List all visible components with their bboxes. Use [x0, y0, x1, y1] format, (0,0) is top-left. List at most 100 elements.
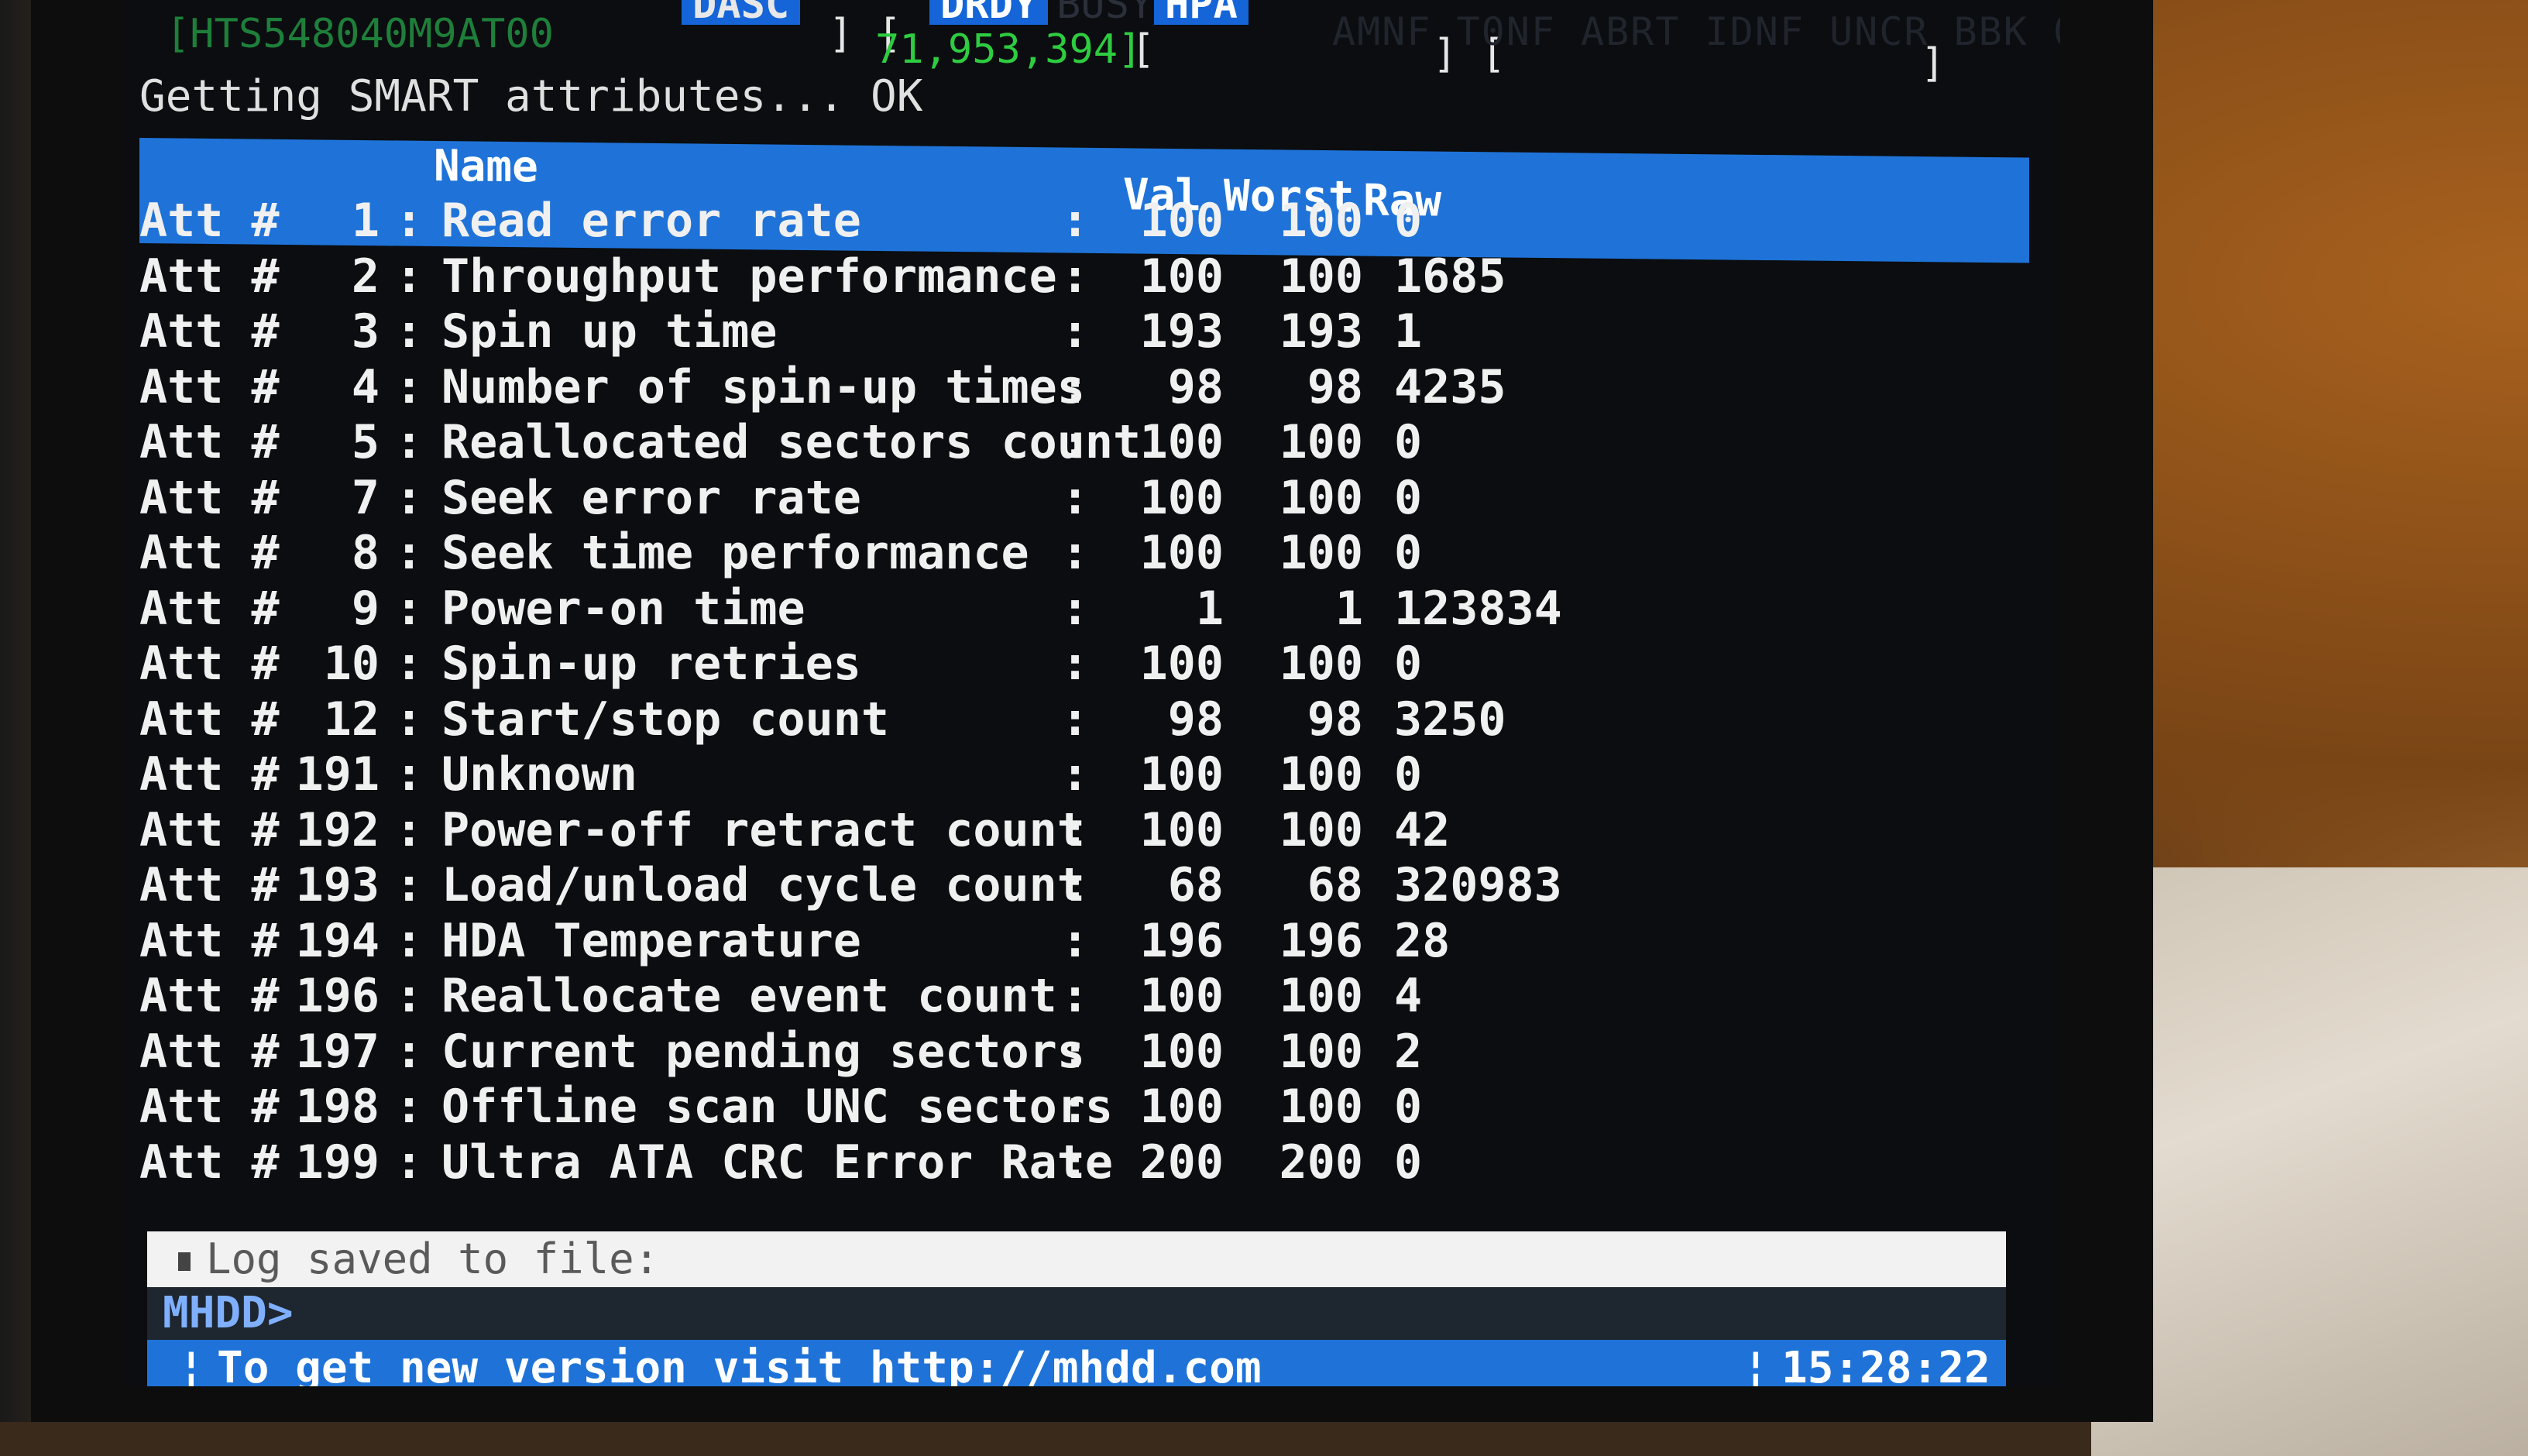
row-prefix: Att # [139, 359, 280, 414]
row-id: 4 [351, 359, 380, 414]
row-name: Number of spin-up times [441, 359, 1085, 414]
row-separator: : [1061, 526, 1090, 580]
row-val: 100 [1139, 747, 1224, 802]
row-worst: 100 [1279, 1080, 1363, 1134]
row-val: 100 [1139, 194, 1224, 248]
row-prefix: Att # [139, 304, 280, 359]
row-val: 98 [1167, 692, 1224, 747]
drive-model: [HTS548040M9AT00 [166, 11, 554, 57]
row-separator: : [395, 747, 424, 802]
footer-message: To get new version visit http://mhdd.com [217, 1343, 1262, 1386]
row-separator: : [395, 194, 424, 248]
row-separator: : [395, 637, 424, 691]
row-separator: : [1061, 637, 1090, 691]
status-bracket: [ [1131, 26, 1156, 73]
table-row: Att #8: Seek time performance:100 100 0 [139, 526, 2029, 582]
row-id: 199 [295, 1135, 380, 1190]
header-name: Name [434, 140, 538, 193]
row-worst: 98 [1307, 359, 1363, 414]
flag-hpa: HPA [1154, 0, 1249, 25]
row-name: Read error rate [441, 194, 861, 248]
table-row: Att #1: Read error rate:100 100 0 [139, 194, 2029, 249]
row-id: 5 [351, 415, 380, 469]
row-raw: 28 [1394, 913, 1451, 968]
footer-separator: ¦ [1743, 1343, 1769, 1386]
row-name: Reallocate event count [441, 969, 1057, 1023]
row-prefix: Att # [139, 802, 280, 857]
row-separator: : [1061, 1024, 1090, 1079]
row-worst: 200 [1279, 1135, 1363, 1190]
row-separator: : [1061, 415, 1090, 469]
table-row: Att #3: Spin up time:193 193 1 [139, 304, 2029, 360]
row-worst: 193 [1279, 304, 1363, 359]
row-raw: 1685 [1394, 249, 1506, 304]
row-separator: : [1061, 692, 1090, 747]
table-row: Att #7: Seek error rate:100 100 0 [139, 471, 2029, 527]
row-worst: 100 [1279, 747, 1363, 802]
table-row: Att #193: Load/unload cycle count:68 68 320… [139, 858, 2029, 914]
row-separator: : [395, 526, 424, 580]
row-prefix: Att # [139, 194, 280, 248]
row-val: 68 [1167, 858, 1224, 912]
row-separator: : [395, 802, 424, 857]
row-separator: : [395, 1135, 424, 1190]
row-id: 196 [295, 969, 380, 1023]
row-separator: : [395, 304, 424, 359]
row-separator: : [395, 359, 424, 414]
row-prefix: Att # [139, 1080, 280, 1134]
table-row: Att #194: HDA Temperature:196 196 28 [139, 914, 2029, 970]
row-name: Spin up time [441, 304, 778, 359]
row-name: Load/unload cycle count [441, 858, 1085, 912]
row-separator: : [1061, 1080, 1090, 1134]
row-separator: : [395, 415, 424, 469]
row-worst: 100 [1279, 415, 1363, 469]
row-raw: 123834 [1394, 581, 1562, 636]
table-row: Att #10: Spin-up retries:100 100 0 [139, 637, 2029, 692]
row-worst: 1 [1334, 581, 1363, 636]
row-val: 100 [1139, 802, 1224, 857]
row-worst: 100 [1279, 470, 1363, 525]
row-prefix: Att # [139, 470, 280, 525]
row-id: 1 [351, 194, 380, 248]
row-separator: : [395, 858, 424, 912]
row-name: Spin-up retries [441, 637, 861, 691]
row-prefix: Att # [139, 858, 280, 912]
row-val: 100 [1139, 470, 1224, 525]
row-val: 100 [1139, 415, 1224, 469]
row-prefix: Att # [139, 913, 280, 968]
row-prefix: Att # [139, 581, 280, 636]
row-name: Start/stop count [441, 692, 889, 747]
inactive-flags: AMNF T0NF ABRT IDNF UNCR BBK 00 [1332, 9, 2060, 54]
row-separator: : [1061, 304, 1090, 359]
row-separator: : [1061, 913, 1090, 968]
row-name: Seek time performance [441, 526, 1029, 580]
command-prompt[interactable]: MHDD> [147, 1287, 2006, 1340]
row-id: 3 [351, 304, 380, 359]
row-val: 100 [1139, 526, 1224, 580]
row-val: 100 [1139, 637, 1224, 691]
row-val: 100 [1139, 1080, 1224, 1134]
footer-clock: 15:28:22 [1781, 1343, 1990, 1386]
row-val: 193 [1139, 304, 1224, 359]
row-id: 7 [351, 470, 380, 525]
row-separator: : [1061, 194, 1090, 248]
table-row: Att #198: Offline scan UNC sectors:100 100… [139, 1080, 2029, 1135]
row-id: 8 [351, 526, 380, 580]
row-separator: : [1061, 747, 1090, 802]
row-name: Throughput performance [441, 249, 1057, 304]
log-text: Log saved to file: [206, 1235, 660, 1283]
row-name: Power-on time [441, 581, 805, 636]
row-prefix: Att # [139, 249, 280, 304]
row-name: Power-off retract count [441, 802, 1085, 857]
table-row: Att #192: Power-off retract count:100 100 4… [139, 803, 2029, 859]
row-val: 100 [1139, 969, 1224, 1023]
row-worst: 100 [1279, 249, 1363, 304]
mhdd-screen: [HTS548040M9AT00 ] [ 71,953,394] [ ] [ ]… [124, 0, 2060, 1386]
row-id: 194 [295, 913, 380, 968]
row-worst: 98 [1307, 692, 1363, 747]
row-raw: 0 [1394, 415, 1423, 469]
row-raw: 42 [1394, 802, 1451, 857]
row-raw: 4235 [1394, 359, 1506, 414]
row-val: 1 [1195, 581, 1224, 636]
row-raw: 3250 [1394, 692, 1506, 747]
